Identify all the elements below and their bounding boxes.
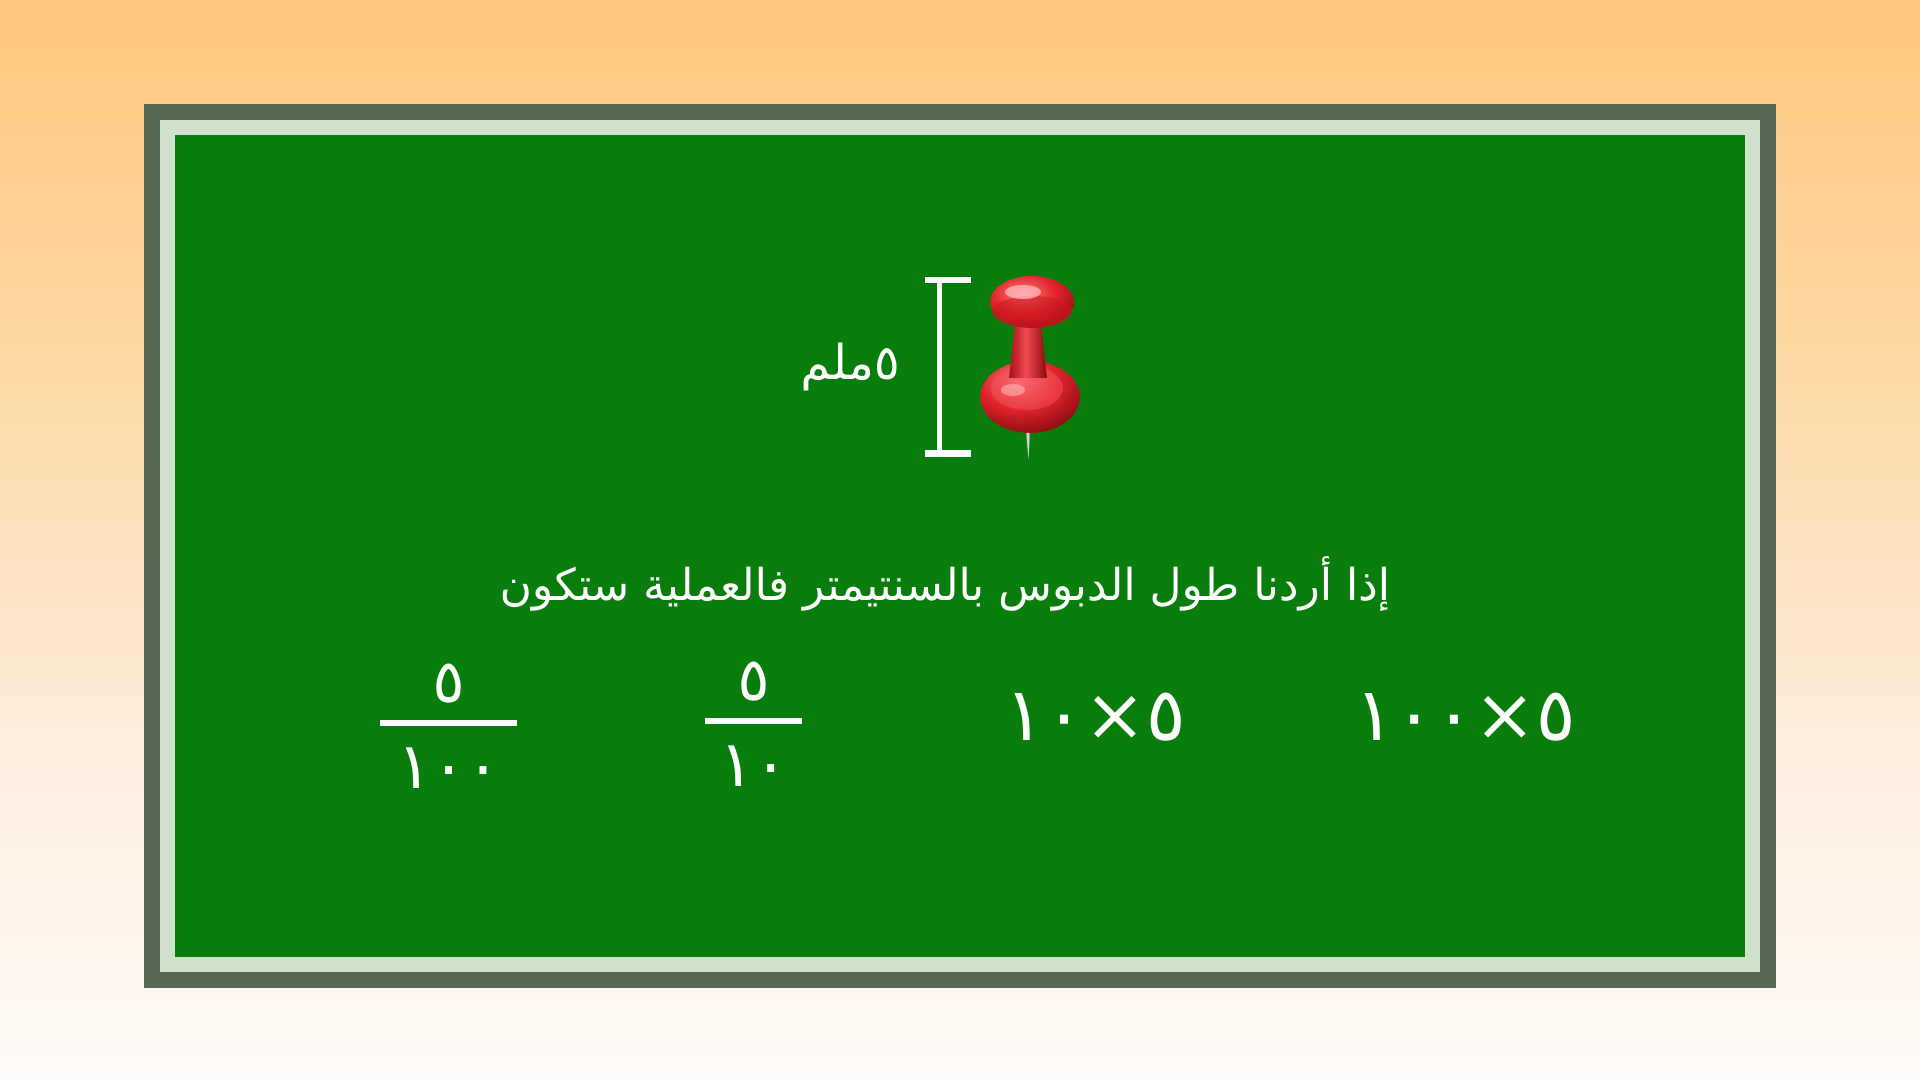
pushpin-with-measure [925, 276, 1080, 460]
chalkboard-surface [175, 135, 1745, 957]
fraction-numerator: ٥ [432, 647, 465, 717]
measure-bracket [925, 277, 971, 457]
chalkboard-border [160, 120, 1760, 972]
option-divide-10[interactable]: ٥ ١٠ [705, 650, 802, 800]
red-pushpin-icon [980, 276, 1080, 460]
option-multiply-10[interactable]: ٥×١٠ [995, 672, 1195, 758]
fraction-bar [705, 718, 802, 724]
option-divide-100[interactable]: ٥ ١٠٠ [380, 652, 517, 802]
fraction-denominator: ١٠ [719, 728, 788, 802]
fraction-denominator: ١٠٠ [396, 730, 501, 804]
fraction-numerator: ٥ [737, 645, 770, 715]
fraction-bar [380, 720, 517, 726]
question-text: إذا أردنا طول الدبوس بالسنتيمتر فالعملية… [499, 560, 1390, 611]
chalkboard-frame [144, 104, 1776, 988]
measurement-label: ٥ملم [800, 335, 900, 391]
option-multiply-100[interactable]: ٥×١٠٠ [1335, 672, 1595, 758]
